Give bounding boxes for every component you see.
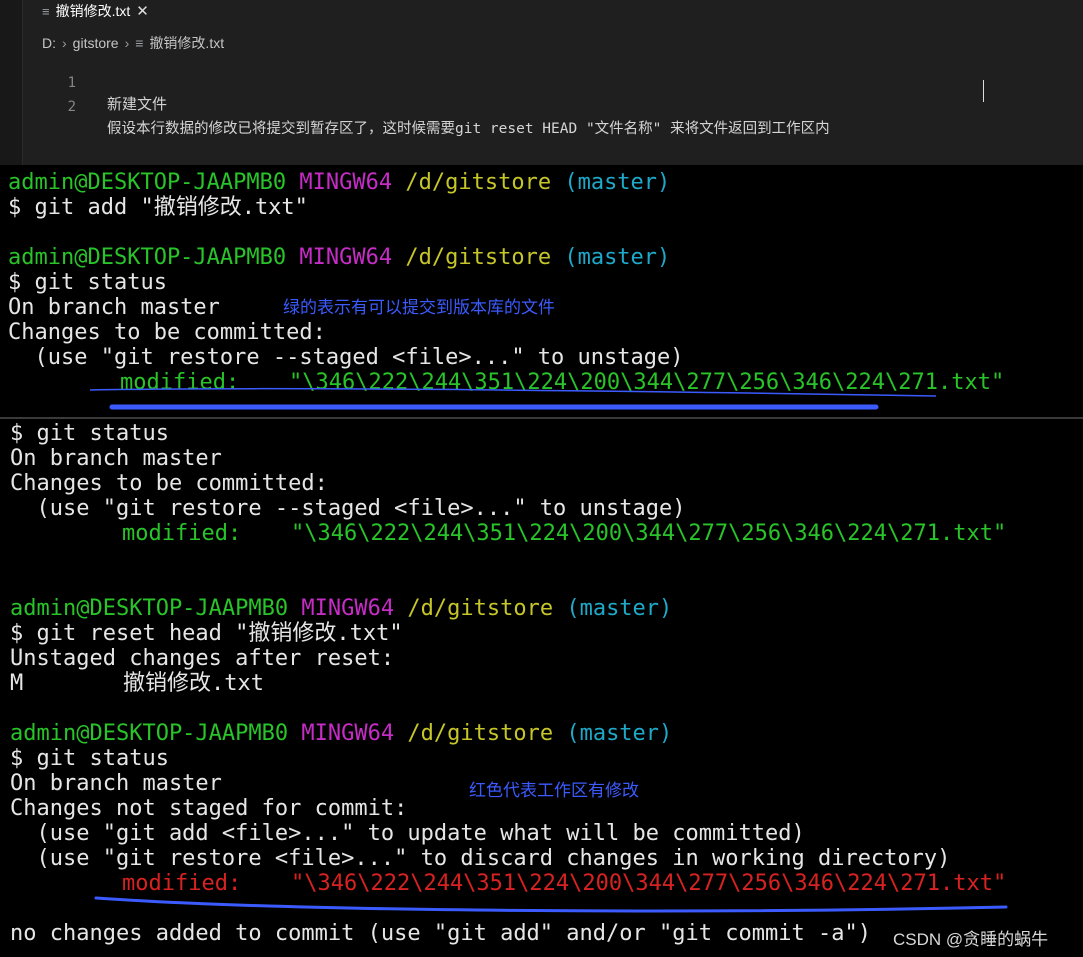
watermark: CSDN @贪睡的蜗牛	[893, 930, 1049, 949]
underline-red	[94, 896, 1008, 913]
underline-green-thin	[89, 387, 937, 397]
annotation-underlines	[89, 387, 1008, 913]
